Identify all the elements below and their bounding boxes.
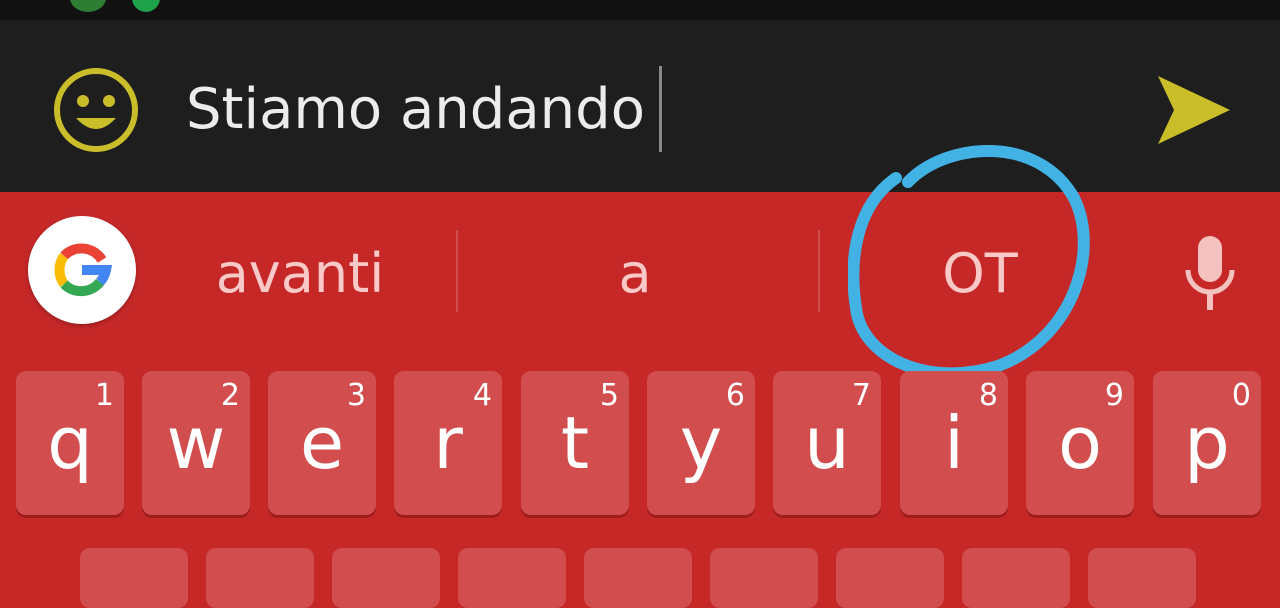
key-letter: e [299, 401, 345, 485]
key-partial[interactable] [332, 548, 440, 608]
key-letter: w [166, 401, 226, 485]
key-partial[interactable] [80, 548, 188, 608]
suggestion-item[interactable]: avanti [160, 234, 440, 314]
key-letter: o [1057, 401, 1103, 485]
message-text: Stiamo andando [186, 77, 645, 142]
google-button[interactable] [28, 216, 136, 324]
key-y[interactable]: 6 y [647, 371, 755, 515]
key-i[interactable]: 8 i [900, 371, 1008, 515]
key-letter: r [433, 401, 463, 485]
key-letter: p [1184, 401, 1230, 485]
key-partial[interactable] [962, 548, 1070, 608]
key-u[interactable]: 7 u [773, 371, 881, 515]
message-input[interactable]: Stiamo andando [186, 65, 662, 152]
suggestion-item[interactable]: OT [825, 234, 1135, 314]
key-letter: u [804, 401, 850, 485]
key-partial[interactable] [206, 548, 314, 608]
divider [456, 230, 458, 312]
key-o[interactable]: 9 o [1026, 371, 1134, 515]
suggestion-strip: avanti a OT [0, 192, 1280, 360]
smiley-face-icon [54, 68, 138, 152]
compose-bar: Stiamo andando [0, 20, 1280, 192]
notification-icon [132, 0, 160, 12]
key-w[interactable]: 2 w [142, 371, 250, 515]
key-t[interactable]: 5 t [521, 371, 629, 515]
keyboard-row-1: 1 q 2 w 3 e 4 r 5 t 6 y 7 u 8 i 9 o 0 p [0, 371, 1280, 517]
key-q[interactable]: 1 q [16, 371, 124, 515]
status-bar [0, 0, 1280, 20]
key-partial[interactable] [458, 548, 566, 608]
notification-icon [70, 0, 106, 12]
send-arrow-icon [1158, 76, 1230, 144]
key-r[interactable]: 4 r [394, 371, 502, 515]
key-letter: y [679, 401, 723, 485]
google-g-icon [54, 243, 112, 297]
key-partial[interactable] [1088, 548, 1196, 608]
key-p[interactable]: 0 p [1153, 371, 1261, 515]
key-letter: t [560, 401, 590, 485]
key-e[interactable]: 3 e [268, 371, 376, 515]
emoji-button[interactable] [52, 66, 140, 154]
text-cursor [658, 65, 662, 152]
key-partial[interactable] [584, 548, 692, 608]
voice-input-button[interactable] [1170, 232, 1250, 316]
suggestion-item[interactable]: a [460, 234, 810, 314]
divider [818, 230, 820, 312]
key-letter: q [47, 401, 93, 485]
key-partial[interactable] [710, 548, 818, 608]
key-letter: i [943, 401, 964, 485]
microphone-icon [1185, 236, 1235, 310]
keyboard-row-2 [0, 548, 1280, 608]
key-partial[interactable] [836, 548, 944, 608]
send-button[interactable] [1154, 72, 1234, 148]
